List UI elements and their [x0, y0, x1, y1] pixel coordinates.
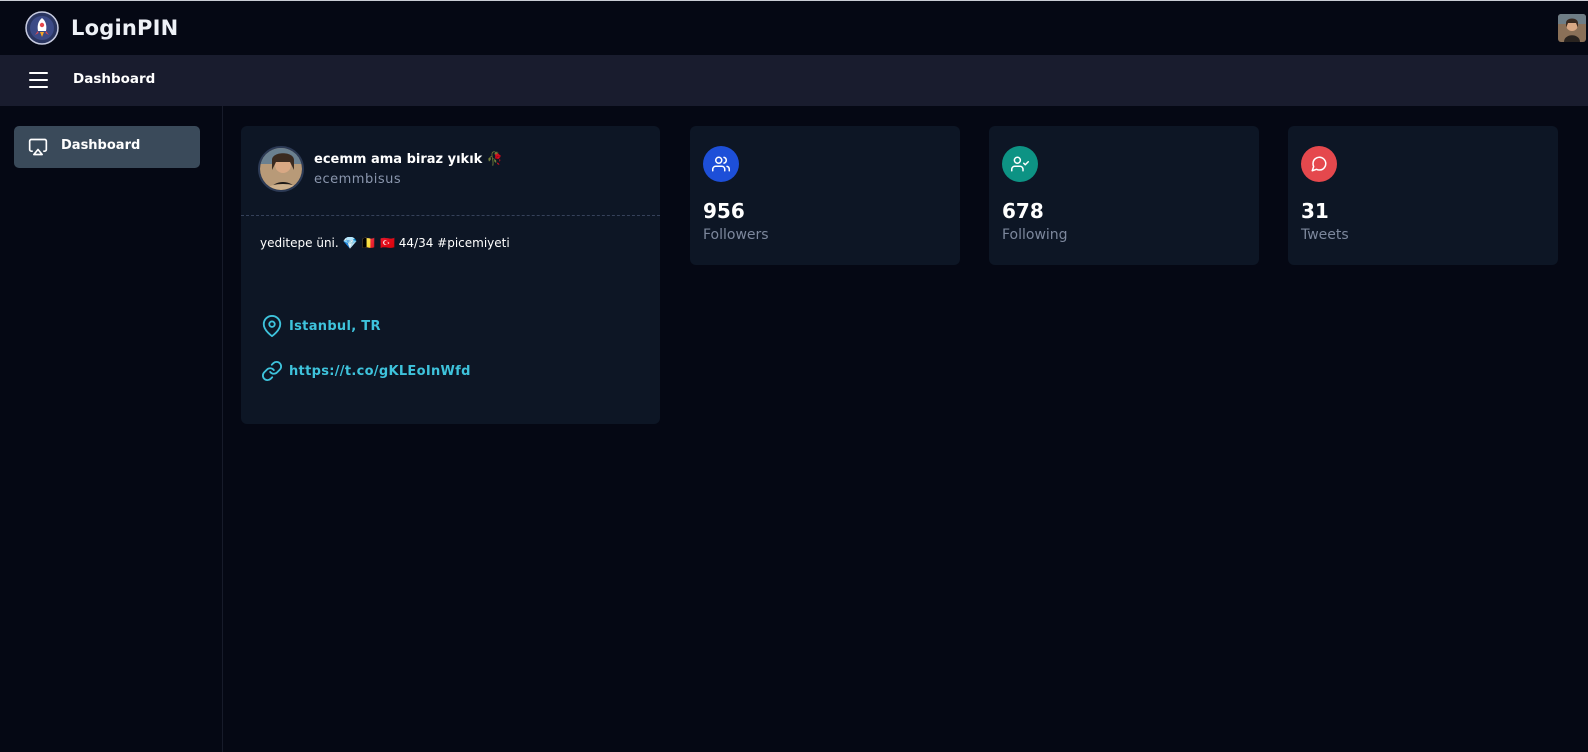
sidebar: Dashboard — [0, 106, 223, 752]
following-count: 678 — [1002, 199, 1044, 223]
followers-card: 956 Followers — [690, 126, 960, 265]
tweets-label: Tweets — [1301, 227, 1349, 243]
profile-card: ecemm ama biraz yıkık 🥀 ecemmbisus yedit… — [241, 126, 660, 424]
user-avatar[interactable] — [1558, 14, 1586, 42]
profile-avatar — [258, 146, 304, 192]
following-card: 678 Following — [989, 126, 1259, 265]
location-text: Istanbul, TR — [289, 318, 381, 334]
sidebar-item-label: Dashboard — [61, 138, 141, 153]
airplay-icon — [28, 138, 48, 156]
profile-location: Istanbul, TR — [261, 315, 381, 337]
profile-bio: yeditepe üni. 💎 🇧🇪 🇹🇷 44/34 #picemiyeti — [260, 236, 510, 250]
top-bar: LoginPIN — [0, 0, 1588, 55]
profile-username: ecemmbisus — [314, 172, 402, 187]
users-icon — [703, 146, 739, 182]
app-name: LoginPIN — [71, 16, 179, 40]
brand[interactable]: LoginPIN — [25, 11, 178, 45]
sidebar-item-dashboard[interactable]: Dashboard — [14, 126, 200, 168]
user-check-icon — [1002, 146, 1038, 182]
divider — [241, 215, 660, 216]
menu-toggle-icon[interactable] — [29, 72, 48, 88]
tweets-count: 31 — [1301, 199, 1329, 223]
profile-photo — [260, 148, 302, 190]
rocket-logo-icon — [25, 11, 59, 45]
profile-website[interactable]: https://t.co/gKLEoInWfd — [261, 360, 471, 382]
page-title: Dashboard — [73, 71, 156, 87]
following-label: Following — [1002, 227, 1068, 243]
followers-count: 956 — [703, 199, 745, 223]
profile-name: ecemm ama biraz yıkık 🥀 — [314, 152, 504, 167]
followers-label: Followers — [703, 227, 769, 243]
sub-header: Dashboard — [0, 55, 1588, 106]
website-link[interactable]: https://t.co/gKLEoInWfd — [289, 364, 471, 379]
tweets-card: 31 Tweets — [1288, 126, 1558, 265]
map-pin-icon — [262, 315, 282, 337]
link-icon — [261, 360, 283, 382]
message-circle-icon — [1301, 146, 1337, 182]
avatar-image — [1558, 14, 1586, 42]
